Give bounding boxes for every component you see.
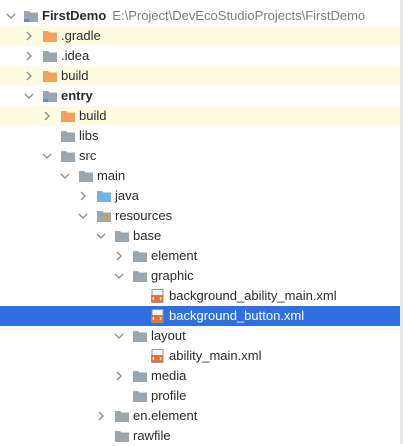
- project-name: FirstDemo: [42, 8, 107, 23]
- source-folder-icon: [96, 189, 112, 203]
- tree-row-background-ability-main[interactable]: background_ability_main.xml: [0, 286, 400, 306]
- chevron-right-icon[interactable]: [40, 106, 54, 126]
- tree-label: rawfile: [133, 428, 171, 443]
- tree-row-media[interactable]: media: [0, 366, 400, 386]
- resources-folder-icon: [96, 209, 112, 223]
- folder-icon: [132, 269, 148, 283]
- module-folder-icon: [42, 89, 58, 103]
- tree-row-background-button[interactable]: background_button.xml: [0, 306, 400, 326]
- tree-row-graphic[interactable]: graphic: [0, 266, 400, 286]
- tree-label: base: [133, 228, 162, 243]
- chevron-down-icon[interactable]: [22, 86, 36, 106]
- tree-row-resources[interactable]: resources: [0, 206, 400, 226]
- xml-file-icon: [150, 349, 166, 363]
- tree-row-gradle[interactable]: .gradle: [0, 26, 400, 46]
- tree-label: entry: [61, 88, 93, 103]
- tree-row-src[interactable]: src: [0, 146, 400, 166]
- tree-row-element[interactable]: element: [0, 246, 400, 266]
- tree-label: build: [79, 108, 107, 123]
- tree-row-build[interactable]: build: [0, 66, 400, 86]
- chevron-right-icon[interactable]: [112, 246, 126, 266]
- excluded-folder-icon: [42, 69, 58, 83]
- folder-icon: [114, 229, 130, 243]
- folder-icon: [132, 329, 148, 343]
- tree-label: background_button.xml: [169, 308, 305, 323]
- tree-row-en-element[interactable]: en.element: [0, 406, 400, 426]
- tree-label: background_ability_main.xml: [169, 288, 337, 303]
- tree-row-profile[interactable]: profile: [0, 386, 400, 406]
- tree-row-ability-main[interactable]: ability_main.xml: [0, 346, 400, 366]
- tree-row-entry-build[interactable]: build: [0, 106, 400, 126]
- chevron-down-icon[interactable]: [76, 206, 90, 226]
- tree-row-idea[interactable]: .idea: [0, 46, 400, 66]
- tree-row-main[interactable]: main: [0, 166, 400, 186]
- folder-icon: [78, 169, 94, 183]
- folder-icon: [114, 429, 130, 443]
- excluded-folder-icon: [42, 29, 58, 43]
- tree-label: resources: [115, 208, 173, 223]
- folder-icon: [60, 149, 76, 163]
- tree-row-firstdemo[interactable]: FirstDemo E:\Project\DevEcoStudioProjects…: [0, 6, 400, 26]
- tree-label: libs: [79, 128, 99, 143]
- folder-icon: [132, 389, 148, 403]
- tree-label: src: [79, 148, 97, 163]
- tree-label: ability_main.xml: [169, 348, 262, 363]
- tree-label: profile: [151, 388, 187, 403]
- tree-label: .idea: [61, 48, 90, 63]
- folder-icon: [42, 49, 58, 63]
- tree-label: main: [97, 168, 126, 183]
- chevron-down-icon[interactable]: [58, 166, 72, 186]
- chevron-right-icon[interactable]: [22, 26, 36, 46]
- chevron-down-icon[interactable]: [4, 6, 18, 26]
- tree-label: element: [151, 248, 198, 263]
- chevron-right-icon[interactable]: [94, 406, 108, 426]
- tree-label: layout: [151, 328, 186, 343]
- project-label: FirstDemo E:\Project\DevEcoStudioProjects…: [42, 8, 365, 24]
- chevron-right-icon[interactable]: [112, 366, 126, 386]
- module-folder-icon: [23, 9, 39, 23]
- chevron-right-icon[interactable]: [22, 66, 36, 86]
- chevron-down-icon[interactable]: [112, 266, 126, 286]
- xml-file-icon: [150, 309, 166, 323]
- tree-label: .gradle: [61, 28, 101, 43]
- folder-icon: [114, 409, 130, 423]
- project-path: E:\Project\DevEcoStudioProjects\FirstDem…: [112, 8, 366, 23]
- folder-icon: [132, 249, 148, 263]
- chevron-right-icon[interactable]: [22, 46, 36, 66]
- chevron-down-icon[interactable]: [94, 226, 108, 246]
- excluded-folder-icon: [60, 109, 76, 123]
- tree-label: build: [61, 68, 89, 83]
- chevron-down-icon[interactable]: [40, 146, 54, 166]
- project-tree: FirstDemo E:\Project\DevEcoStudioProjects…: [0, 0, 403, 444]
- chevron-right-icon[interactable]: [76, 186, 90, 206]
- tree-label: graphic: [151, 268, 194, 283]
- tree-row-libs[interactable]: libs: [0, 126, 400, 146]
- folder-icon: [132, 369, 148, 383]
- tree-row-layout[interactable]: layout: [0, 326, 400, 346]
- chevron-down-icon[interactable]: [112, 326, 126, 346]
- tree-label: java: [115, 188, 139, 203]
- tree-label: media: [151, 368, 187, 383]
- folder-icon: [60, 129, 76, 143]
- xml-file-icon: [150, 289, 166, 303]
- tree-label: en.element: [133, 408, 198, 423]
- tree-row-entry[interactable]: entry: [0, 86, 400, 106]
- tree-row-rawfile[interactable]: rawfile: [0, 426, 400, 446]
- tree-row-java[interactable]: java: [0, 186, 400, 206]
- tree-row-base[interactable]: base: [0, 226, 400, 246]
